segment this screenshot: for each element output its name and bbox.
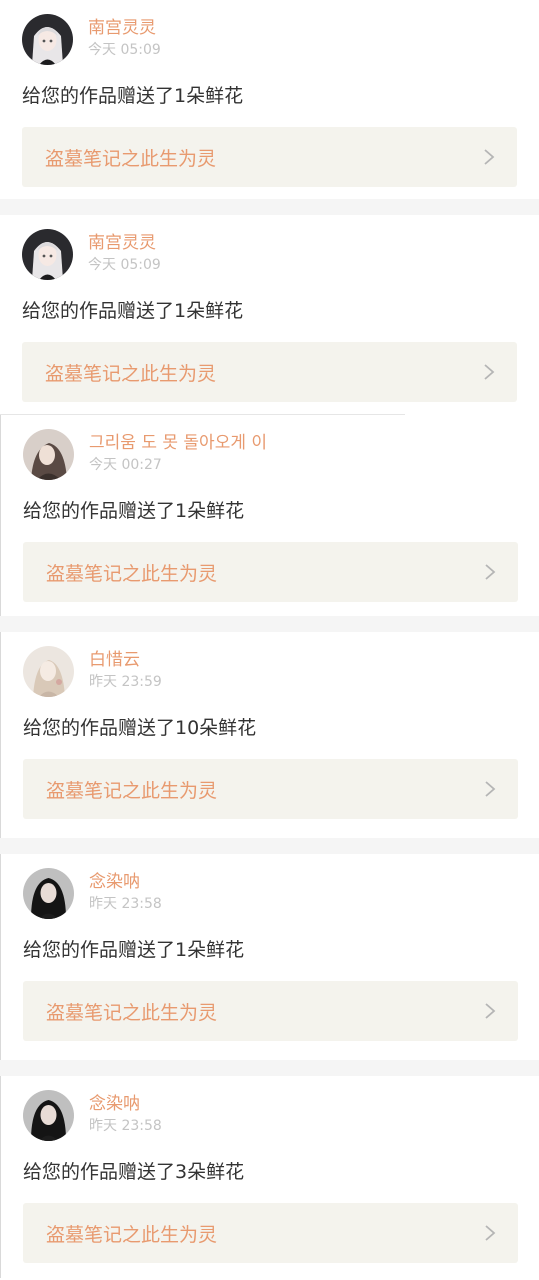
work-title: 盗墓笔记之此生为灵 xyxy=(45,362,217,385)
girl-photo-icon xyxy=(23,429,74,480)
notification-card: 念染呐 昨天 23:58 给您的作品赠送了3朵鲜花 盗墓笔记之此生为灵 xyxy=(0,1076,539,1278)
work-link-button[interactable]: 盗墓笔记之此生为灵 xyxy=(22,127,517,187)
work-link-button[interactable]: 盗墓笔记之此生为灵 xyxy=(23,759,518,819)
work-link-button[interactable]: 盗墓笔记之此生为灵 xyxy=(22,342,517,402)
work-title: 盗墓笔记之此生为灵 xyxy=(46,1223,218,1246)
gift-message: 给您的作品赠送了1朵鲜花 xyxy=(22,85,244,107)
notification-header: 念染呐 昨天 23:58 xyxy=(23,1090,517,1142)
gift-message: 给您的作品赠送了1朵鲜花 xyxy=(22,300,244,322)
work-title: 盗墓笔记之此生为灵 xyxy=(45,147,217,170)
timestamp: 今天 05:09 xyxy=(88,257,161,273)
girl-dark-hair-icon xyxy=(23,1090,74,1141)
girl-light-photo-icon xyxy=(23,646,74,697)
gift-message: 给您的作品赠送了1朵鲜花 xyxy=(23,500,245,522)
work-title: 盗墓笔记之此生为灵 xyxy=(46,779,218,802)
timestamp: 昨天 23:59 xyxy=(89,674,162,690)
timestamp: 今天 05:09 xyxy=(88,42,161,58)
notification-header: 白惜云 昨天 23:59 xyxy=(23,646,517,698)
timestamp: 昨天 23:58 xyxy=(89,896,162,912)
card-divider xyxy=(0,199,539,215)
notification-card: 南宫灵灵 今天 05:09 给您的作品赠送了1朵鲜花 盗墓笔记之此生为灵 xyxy=(0,0,539,199)
notification-header: 그리움 도 못 돌아오게 이 今天 00:27 xyxy=(23,429,517,481)
work-link-button[interactable]: 盗墓笔记之此生为灵 xyxy=(23,542,518,602)
notification-header: 念染呐 昨天 23:58 xyxy=(23,868,517,920)
chevron-right-icon xyxy=(484,149,495,165)
anime-girl-white-hair-icon xyxy=(22,229,73,280)
work-title: 盗墓笔记之此生为灵 xyxy=(46,562,218,585)
username[interactable]: 南宫灵灵 xyxy=(88,17,161,39)
username[interactable]: 念染呐 xyxy=(89,1093,162,1115)
avatar[interactable] xyxy=(22,14,73,65)
timestamp: 今天 00:27 xyxy=(89,457,162,473)
username[interactable]: 白惜云 xyxy=(89,649,162,671)
girl-dark-hair-icon xyxy=(23,868,74,919)
gift-message: 给您的作品赠送了3朵鲜花 xyxy=(23,1161,245,1183)
chevron-right-icon xyxy=(485,781,496,797)
chevron-right-icon xyxy=(485,564,496,580)
avatar[interactable] xyxy=(23,1090,74,1141)
notification-card: 念染呐 昨天 23:58 给您的作品赠送了1朵鲜花 盗墓笔记之此生为灵 xyxy=(0,854,539,1060)
chevron-right-icon xyxy=(484,364,495,380)
work-title: 盗墓笔记之此生为灵 xyxy=(46,1001,218,1024)
avatar[interactable] xyxy=(23,429,74,480)
avatar[interactable] xyxy=(22,229,73,280)
chevron-right-icon xyxy=(485,1003,496,1019)
gift-message: 给您的作品赠送了1朵鲜花 xyxy=(23,939,245,961)
avatar[interactable] xyxy=(23,868,74,919)
card-divider xyxy=(0,838,539,854)
work-link-button[interactable]: 盗墓笔记之此生为灵 xyxy=(23,1203,518,1263)
username[interactable]: 念染呐 xyxy=(89,871,162,893)
username[interactable]: 南宫灵灵 xyxy=(88,232,161,254)
notification-card: 그리움 도 못 돌아오게 이 今天 00:27 给您的作品赠送了1朵鲜花 盗墓笔… xyxy=(0,415,539,616)
gift-message: 给您的作品赠送了10朵鲜花 xyxy=(23,717,257,739)
chevron-right-icon xyxy=(485,1225,496,1241)
anime-girl-white-hair-icon xyxy=(22,14,73,65)
notification-feed: 南宫灵灵 今天 05:09 给您的作品赠送了1朵鲜花 盗墓笔记之此生为灵 南宫灵… xyxy=(0,0,539,1278)
username[interactable]: 그리움 도 못 돌아오게 이 xyxy=(89,432,267,454)
timestamp: 昨天 23:58 xyxy=(89,1118,162,1134)
avatar[interactable] xyxy=(23,646,74,697)
notification-header: 南宫灵灵 今天 05:09 xyxy=(22,229,517,281)
notification-header: 南宫灵灵 今天 05:09 xyxy=(22,14,517,66)
card-divider xyxy=(0,1060,539,1076)
card-divider xyxy=(0,616,539,632)
work-link-button[interactable]: 盗墓笔记之此生为灵 xyxy=(23,981,518,1041)
notification-card: 白惜云 昨天 23:59 给您的作品赠送了10朵鲜花 盗墓笔记之此生为灵 xyxy=(0,632,539,838)
notification-card: 南宫灵灵 今天 05:09 给您的作品赠送了1朵鲜花 盗墓笔记之此生为灵 xyxy=(0,215,539,414)
